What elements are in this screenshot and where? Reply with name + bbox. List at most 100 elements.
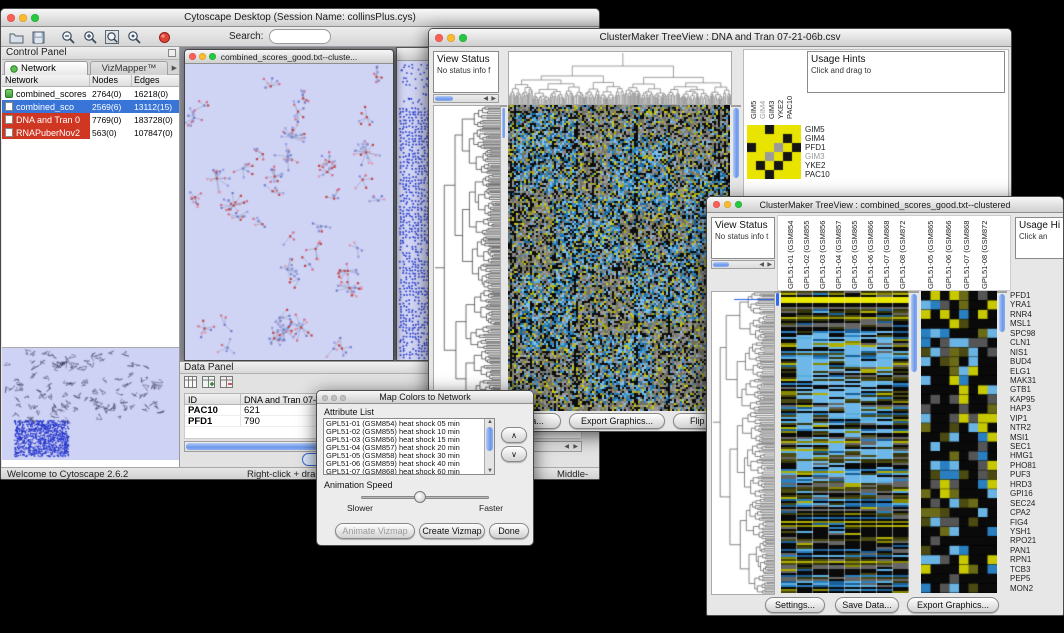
done-button[interactable]: Done	[489, 523, 529, 539]
scroll-down-icon[interactable]: ▼	[487, 468, 493, 474]
heatmap-canvas[interactable]	[508, 105, 730, 411]
zoom-fit-icon[interactable]	[103, 29, 121, 45]
network-name-cell[interactable]: combined_scores	[2, 87, 90, 100]
search-input[interactable]	[269, 29, 331, 44]
zoom-out-icon[interactable]	[59, 29, 77, 45]
gene-label[interactable]: GTB1	[1010, 385, 1062, 394]
close-icon[interactable]	[7, 14, 15, 22]
attribute-item[interactable]: GPL51-05 (GSM858) heat shock 30 min	[324, 452, 484, 460]
move-down-button[interactable]: ∨	[501, 446, 527, 462]
gene-label[interactable]: RNR4	[1010, 310, 1062, 319]
close-icon[interactable]	[435, 34, 443, 42]
column-label[interactable]: GPL51-06 (GSM866	[866, 219, 875, 289]
scrollbar-thumb[interactable]	[486, 427, 493, 451]
destroy-network-icon[interactable]	[155, 29, 173, 45]
column-header-network[interactable]: Network	[2, 75, 90, 86]
gene-label[interactable]: PAC10	[805, 170, 839, 179]
column-label[interactable]: GPL51-05 (GSM865	[850, 219, 859, 289]
minimize-icon[interactable]	[19, 14, 27, 22]
row-dendrogram[interactable]	[433, 105, 501, 413]
gene-label[interactable]: PFD1	[805, 143, 839, 152]
column-label[interactable]: PAC10	[785, 55, 794, 119]
column-label[interactable]: GPL51-05 (GSM865	[926, 219, 935, 289]
gene-label[interactable]: SEC1	[1010, 442, 1062, 451]
column-label[interactable]: GPL51-07 (GSM868	[962, 219, 971, 289]
network-name-cell[interactable]: combined_sco	[2, 100, 90, 113]
scroll-right-icon[interactable]: ▶	[491, 96, 496, 102]
attribute-list-scrollbar[interactable]: ▲ ▼	[484, 419, 494, 474]
dendrogram-hscrollbar[interactable]: ◀ ▶	[711, 260, 775, 269]
column-header-nodes[interactable]: Nodes	[90, 75, 132, 86]
animation-speed-slider-thumb[interactable]	[414, 491, 426, 503]
maximize-icon[interactable]	[459, 34, 467, 42]
scrollbar-thumb[interactable]	[502, 108, 505, 138]
attribute-item[interactable]: GPL51-01 (GSM854) heat shock 05 min	[324, 420, 484, 428]
delete-attribute-icon[interactable]	[220, 375, 233, 393]
column-label[interactable]: GPL51-01 (GSM854	[786, 219, 795, 289]
float-panel-icon[interactable]	[168, 49, 176, 57]
gene-label[interactable]: VIP1	[1010, 414, 1062, 423]
minimize-icon[interactable]	[199, 53, 206, 60]
gene-label[interactable]: CPA2	[1010, 508, 1062, 517]
gene-label[interactable]: MAK31	[1010, 376, 1062, 385]
gene-label[interactable]: MSI1	[1010, 433, 1062, 442]
scrollbar-thumb[interactable]	[776, 293, 779, 306]
gene-label[interactable]: PAN1	[1010, 546, 1062, 555]
gene-label[interactable]: PFD1	[1010, 291, 1062, 300]
button-settings[interactable]: Settings...	[765, 597, 825, 613]
close-icon[interactable]	[189, 53, 196, 60]
scrollbar-thumb[interactable]	[911, 294, 917, 372]
zoom-selected-icon[interactable]	[125, 29, 143, 45]
gene-label[interactable]: YKE2	[805, 161, 839, 170]
gene-label[interactable]: YSH1	[1010, 527, 1062, 536]
scroll-up-icon[interactable]: ▲	[487, 419, 493, 425]
network-row[interactable]: RNAPuberNov2563(0)107847(0)	[2, 126, 179, 139]
network-view-window[interactable]: combined_scores_good.txt--cluste...	[184, 49, 394, 361]
dendrogram-vscrollbar[interactable]	[774, 291, 781, 293]
open-session-icon[interactable]	[7, 29, 25, 45]
maximize-icon[interactable]	[31, 14, 39, 22]
gene-label[interactable]: GIM4	[805, 134, 839, 143]
column-label[interactable]: GPL51-03 (GSM856	[818, 219, 827, 289]
zoom-vscrollbar[interactable]	[997, 291, 1007, 293]
minimize-icon[interactable]	[331, 395, 337, 401]
minimize-icon[interactable]	[447, 34, 455, 42]
tab-vizmapper[interactable]: VizMapper™	[90, 61, 168, 75]
scroll-right-icon[interactable]: ▶	[573, 444, 578, 450]
gene-label[interactable]: HAP3	[1010, 404, 1062, 413]
button-export-graphics[interactable]: Export Graphics...	[569, 413, 665, 429]
network-row[interactable]: combined_sco2569(6)13112(15)	[2, 100, 179, 113]
attribute-item[interactable]: GPL51-07 (GSM868) heat shock 60 min	[324, 468, 484, 475]
treeview-combined-titlebar[interactable]: ClusterMaker TreeView : combined_scores_…	[707, 197, 1063, 213]
close-icon[interactable]	[713, 201, 720, 208]
gene-label[interactable]: MSL1	[1010, 319, 1062, 328]
network-row[interactable]: combined_scores2764(0)16218(0)	[2, 87, 179, 100]
gene-label[interactable]: NTR2	[1010, 423, 1062, 432]
create-attribute-icon[interactable]	[202, 375, 215, 393]
attribute-item[interactable]: GPL51-03 (GSM856) heat shock 15 min	[324, 436, 484, 444]
gene-label[interactable]: NIS1	[1010, 348, 1062, 357]
gene-label[interactable]: MON2	[1010, 584, 1062, 593]
gene-label[interactable]: SPC98	[1010, 329, 1062, 338]
attribute-item[interactable]: GPL51-06 (GSM859) heat shock 40 min	[324, 460, 484, 468]
network-name-cell[interactable]: RNAPuberNov2	[2, 126, 90, 139]
gene-label[interactable]: PHO81	[1010, 461, 1062, 470]
dendrogram-vscrollbar[interactable]	[500, 105, 507, 107]
column-label[interactable]: GIM3	[767, 55, 776, 119]
dialog-titlebar[interactable]: Map Colors to Network	[317, 391, 533, 404]
column-label[interactable]: GPL51-08 (GSM872	[898, 219, 907, 289]
scrollbar-thumb[interactable]	[435, 96, 453, 101]
scrollbar-thumb[interactable]	[999, 294, 1005, 332]
attribute-item[interactable]: GPL51-02 (GSM855) heat shock 10 min	[324, 428, 484, 436]
gene-label[interactable]: GIM3	[805, 152, 839, 161]
scroll-left-icon[interactable]: ◀	[564, 444, 569, 450]
gene-label[interactable]: RPN1	[1010, 555, 1062, 564]
scroll-left-icon[interactable]: ◀	[759, 262, 764, 268]
column-label[interactable]: YKE2	[776, 55, 785, 119]
row-dendrogram[interactable]	[711, 291, 775, 595]
scrollbar-thumb[interactable]	[713, 262, 729, 267]
attribute-listbox[interactable]: GPL51-01 (GSM854) heat shock 05 minGPL51…	[323, 418, 495, 475]
tab-network[interactable]: Network	[4, 61, 88, 75]
dendrogram-hscrollbar[interactable]: ◀ ▶	[433, 94, 499, 103]
column-header-id[interactable]: ID	[185, 394, 241, 404]
